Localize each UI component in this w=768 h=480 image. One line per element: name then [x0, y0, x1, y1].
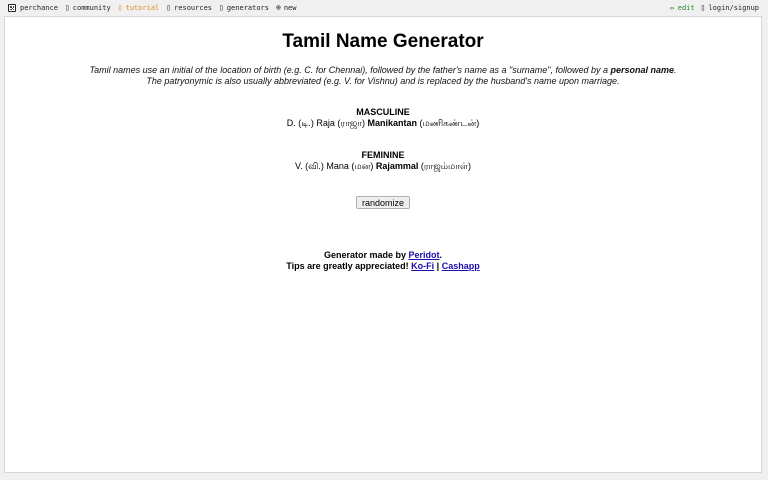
cashapp-link[interactable]: Cashapp [442, 261, 480, 271]
feminine-name: V. (வி.) Mana (மன) Rajammal (ராஜம்மாள்) [5, 161, 761, 172]
nav-generators-label: generators [226, 4, 269, 12]
user-icon: ▯ [700, 3, 706, 12]
feminine-given-tamil: (ராஜம்மாள்) [418, 161, 472, 171]
masculine-section: MASCULINE D. (டி.) Raja (ராஜா) Manikanta… [5, 107, 761, 129]
nav-home-label: perchance [20, 4, 58, 12]
nav-community-label: community [72, 4, 111, 12]
nav-community[interactable]: ▯ community [65, 0, 111, 16]
masculine-name-prefix: D. (டி.) Raja (ராஜா) [286, 118, 368, 128]
nav-resources-label: resources [174, 4, 213, 12]
nav-edit[interactable]: ✏ edit [670, 0, 695, 16]
intro-text: Tamil names use an initial of the locati… [5, 65, 761, 87]
page-title: Tamil Name Generator [282, 31, 484, 52]
plus-circle-icon: ⊕ [276, 3, 281, 12]
pencil-icon: ✏ [669, 3, 675, 12]
feminine-given-name: Rajammal [375, 161, 419, 171]
credits-period: . [439, 250, 443, 260]
feminine-heading: FEMININE [361, 150, 405, 160]
nav-resources[interactable]: ▯ resources [166, 0, 212, 16]
link-icon: ▯ [166, 3, 172, 12]
nav-new[interactable]: ⊕ new [276, 0, 296, 16]
masculine-name: D. (டி.) Raja (ராஜா) Manikantan (மணிகண்ட… [5, 118, 761, 129]
chat-icon: ▯ [64, 3, 70, 12]
generator-output-panel: Tamil Name Generator Tamil names use an … [4, 16, 762, 473]
credits-separator: | [434, 261, 442, 271]
credits-line-2: Tips are greatly appreciated! Ko-Fi | Ca… [5, 261, 761, 272]
nav-left: perchance ▯ community ▯ tutorial ▯ resou… [8, 0, 303, 16]
credits-tips: Tips are greatly appreciated! [286, 261, 412, 271]
list-icon: ▯ [219, 3, 224, 12]
author-link[interactable]: Peridot [409, 250, 440, 260]
randomize-wrap: randomize [5, 193, 761, 211]
nav-generators[interactable]: ▯ generators [219, 0, 269, 16]
feminine-section: FEMININE V. (வி.) Mana (மன) Rajammal (ரா… [5, 150, 761, 172]
masculine-heading: MASCULINE [356, 107, 410, 117]
book-icon: ▯ [117, 3, 123, 12]
nav-tutorial-label: tutorial [125, 4, 160, 12]
credits: Generator made by Peridot. Tips are grea… [5, 250, 761, 272]
randomize-button[interactable]: randomize [355, 196, 411, 209]
nav-edit-label: edit [677, 4, 695, 12]
intro-line-2: The patryonymic is also usually abbrevia… [146, 76, 620, 86]
nav-new-label: new [283, 4, 297, 12]
credits-line-1: Generator made by Peridot. [5, 250, 761, 261]
kofi-link[interactable]: Ko-Fi [411, 261, 434, 271]
nav-tutorial[interactable]: ▯ tutorial [118, 0, 160, 16]
nav-right: ✏ edit ▯ login/signup [670, 0, 759, 16]
top-nav-bar: perchance ▯ community ▯ tutorial ▯ resou… [0, 0, 768, 16]
credits-made-by: Generator made by [323, 250, 409, 260]
nav-login[interactable]: ▯ login/signup [701, 0, 759, 16]
feminine-name-prefix: V. (வி.) Mana (மன) [294, 161, 376, 171]
masculine-given-name: Manikantan [367, 118, 417, 128]
dice-icon [8, 4, 16, 12]
masculine-given-tamil: (மணிகண்டன்) [417, 118, 480, 128]
intro-line-1-end: . [674, 65, 677, 75]
intro-line-1-bold: personal name [610, 65, 675, 75]
intro-line-1: Tamil names use an initial of the locati… [5, 65, 761, 76]
nav-login-label: login/signup [708, 4, 759, 12]
nav-home[interactable]: perchance [8, 0, 58, 16]
intro-line-1-text: Tamil names use an initial of the locati… [89, 65, 611, 75]
